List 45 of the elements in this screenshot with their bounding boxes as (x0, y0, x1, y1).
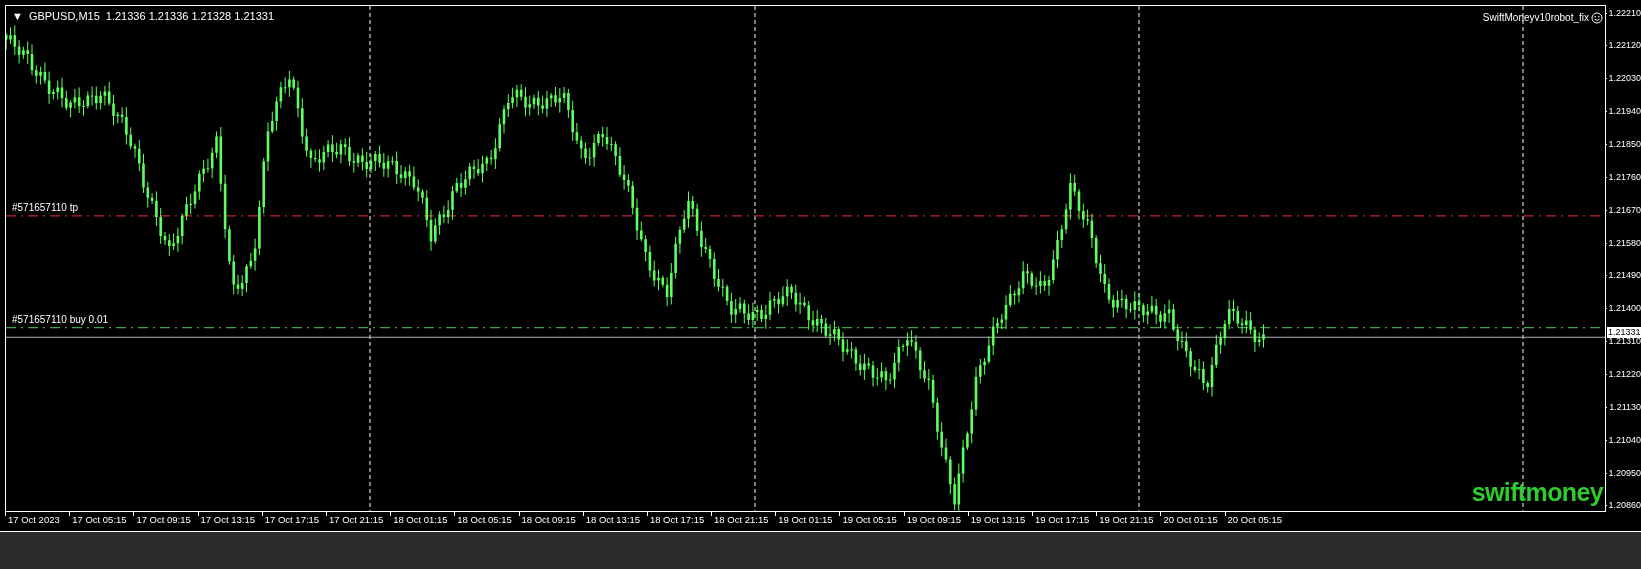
current-price-tag: 1.21331 (1607, 327, 1641, 339)
price-tick-label: 1.21490 (1608, 271, 1641, 281)
price-tick-label: 1.20860 (1608, 501, 1641, 511)
time-tick-label: 17 Oct 2023 (7, 513, 60, 525)
price-tick-label: 1.21940 (1608, 107, 1641, 117)
time-tick-label: 20 Oct 05:15 (1226, 513, 1282, 525)
order-label: #571657110 tp (12, 202, 78, 213)
time-tick-label: 18 Oct 17:15 (648, 513, 705, 525)
symbol-label: GBPUSD,M15 (28, 9, 100, 24)
price-tick-label: 1.20950 (1608, 468, 1641, 478)
price-tick-label: 1.21670 (1608, 205, 1641, 215)
price-tick-label: 1.21130 (1609, 402, 1641, 412)
time-tick-label: 19 Oct 01:15 (777, 513, 833, 525)
time-tick-label: 18 Oct 05:15 (456, 513, 512, 525)
chart-menu-icon[interactable]: ▼ (12, 8, 23, 25)
price-tick-label: 1.21580 (1608, 238, 1641, 248)
time-tick-label: 18 Oct 13:15 (584, 513, 641, 525)
time-tick-label: 19 Oct 21:15 (1098, 513, 1154, 525)
price-tick-label: 1.21400 (1608, 304, 1641, 314)
smiley-icon (1591, 11, 1603, 24)
time-tick-label: 18 Oct 09:15 (520, 513, 576, 525)
price-tick-label: 1.21220 (1608, 369, 1641, 379)
price-tick-label: 1.21760 (1608, 172, 1641, 182)
brand-label: swiftmoney (1471, 480, 1603, 505)
order-label: #571657110 buy 0.01 (12, 314, 108, 325)
time-tick-label: 18 Oct 01:15 (392, 513, 448, 525)
time-tick-label: 17 Oct 21:15 (327, 513, 384, 525)
time-tick-label: 17 Oct 05:15 (71, 513, 127, 525)
time-tick-label: 19 Oct 13:15 (969, 513, 1026, 525)
time-tick-label: 17 Oct 13:15 (199, 513, 255, 525)
time-tick-label: 17 Oct 09:15 (135, 513, 191, 525)
time-tick-label: 19 Oct 17:15 (1034, 513, 1090, 525)
price-tick-label: 1.22210 (1608, 8, 1641, 18)
time-tick-label: 20 Oct 01:15 (1162, 513, 1218, 525)
price-tick-label: 1.22030 (1608, 74, 1641, 84)
price-tick-label: 1.21850 (1608, 139, 1641, 149)
time-tick-label: 19 Oct 09:15 (905, 513, 962, 525)
quote-values: 1.21336 1.21336 1.21328 1.21331 (105, 9, 275, 24)
time-tick-label: 18 Oct 21:15 (713, 513, 769, 525)
price-tick-label: 1.21040 (1608, 435, 1641, 445)
price-tick-label: 1.22120 (1608, 41, 1641, 51)
price-tick-label: 1.21310 (1608, 337, 1641, 347)
time-tick-label: 19 Oct 05:15 (841, 513, 897, 525)
time-tick-label: 17 Oct 17:15 (263, 513, 320, 525)
expert-name: SwiftMoneyv10robot_fix (1482, 11, 1589, 25)
